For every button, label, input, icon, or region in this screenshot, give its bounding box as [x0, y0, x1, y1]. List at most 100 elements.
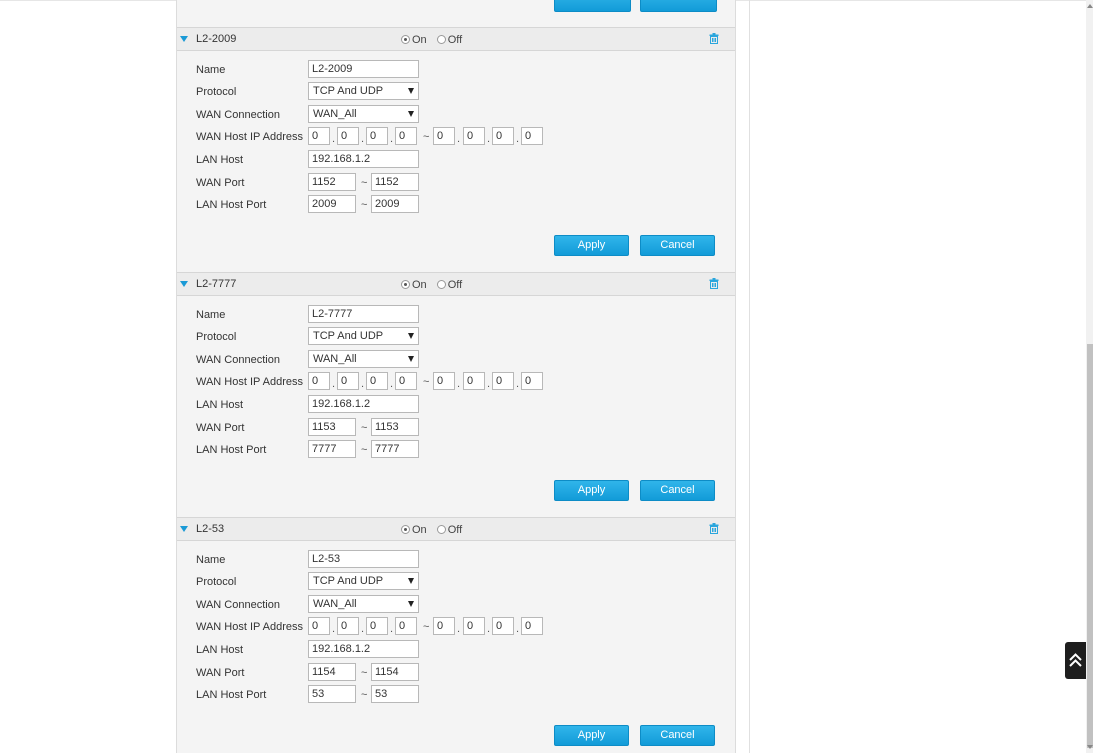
- name-label: Name: [196, 64, 226, 76]
- on-label: On: [412, 34, 427, 47]
- protocol-select[interactable]: TCP And UDP: [308, 82, 419, 100]
- protocol-value: TCP And UDP: [313, 575, 384, 587]
- apply-button[interactable]: Apply: [554, 235, 629, 256]
- off-radio[interactable]: [436, 34, 446, 44]
- wan-port-end-input[interactable]: 1153: [371, 418, 419, 436]
- apply-button[interactable]: Apply: [554, 480, 629, 501]
- off-radio[interactable]: [436, 279, 446, 289]
- lan-port-end-input[interactable]: 53: [371, 685, 419, 703]
- wan-connection-select[interactable]: WAN_All: [308, 350, 419, 368]
- ip-dot: .: [487, 378, 491, 390]
- cancel-button[interactable]: Cancel: [640, 480, 715, 501]
- previous-cancel-button[interactable]: [640, 0, 717, 12]
- lan-port-end-input[interactable]: 7777: [371, 440, 419, 458]
- wan-ip-start-octet-3[interactable]: 0: [366, 372, 388, 390]
- wan-ip-end-octet-3[interactable]: 0: [492, 372, 514, 390]
- wan-ip-start-octet-4[interactable]: 0: [395, 372, 417, 390]
- wan-ip-start-octet-1[interactable]: 0: [308, 127, 330, 145]
- lan-port-start-input[interactable]: 53: [308, 685, 356, 703]
- scroll-down-arrow-icon[interactable]: [1087, 745, 1093, 749]
- lan-host-port-label: LAN Host Port: [196, 199, 267, 211]
- ip-dot: .: [361, 378, 365, 390]
- range-tilde: ~: [361, 177, 368, 189]
- lan-host-input[interactable]: 192.168.1.2: [308, 395, 419, 413]
- previous-apply-button[interactable]: [554, 0, 631, 12]
- wan-ip-end-octet-1[interactable]: 0: [433, 617, 455, 635]
- wan-ip-end-octet-3[interactable]: 0: [492, 617, 514, 635]
- scroll-up-arrow-icon[interactable]: [1087, 4, 1093, 8]
- rule-header[interactable]: L2-7777 On Off: [177, 272, 735, 296]
- wan-ip-end-octet-1[interactable]: 0: [433, 372, 455, 390]
- wan-ip-start-octet-3[interactable]: 0: [366, 127, 388, 145]
- trash-icon[interactable]: [709, 278, 719, 289]
- rule-title: L2-7777: [196, 278, 237, 290]
- dropdown-arrow-icon: [408, 111, 414, 117]
- ip-dot: .: [457, 133, 461, 145]
- wan-ip-end-octet-4[interactable]: 0: [521, 617, 543, 635]
- wan-ip-start-octet-3[interactable]: 0: [366, 617, 388, 635]
- name-label: Name: [196, 309, 226, 321]
- protocol-select[interactable]: TCP And UDP: [308, 327, 419, 345]
- dropdown-arrow-icon: [408, 601, 414, 607]
- name-input[interactable]: L2-53: [308, 550, 419, 568]
- wan-port-end-input[interactable]: 1154: [371, 663, 419, 681]
- wan-ip-end-octet-4[interactable]: 0: [521, 372, 543, 390]
- ip-dot: .: [361, 133, 365, 145]
- name-label: Name: [196, 554, 226, 566]
- trash-icon[interactable]: [709, 33, 719, 44]
- on-radio[interactable]: [401, 279, 410, 289]
- wan-connection-label: WAN Connection: [196, 109, 280, 121]
- collapse-triangle-icon[interactable]: [180, 526, 188, 532]
- on-radio[interactable]: [401, 34, 410, 44]
- wan-ip-end-octet-3[interactable]: 0: [492, 127, 514, 145]
- off-label: Off: [447, 279, 463, 292]
- lan-host-input[interactable]: 192.168.1.2: [308, 150, 419, 168]
- lan-port-start-input[interactable]: 7777: [308, 440, 356, 458]
- name-input[interactable]: L2-7777: [308, 305, 419, 323]
- name-input[interactable]: L2-2009: [308, 60, 419, 78]
- wan-connection-select[interactable]: WAN_All: [308, 105, 419, 123]
- trash-icon[interactable]: [709, 523, 719, 534]
- wan-ip-start-octet-2[interactable]: 0: [337, 372, 359, 390]
- wan-ip-start-octet-4[interactable]: 0: [395, 617, 417, 635]
- collapse-triangle-icon[interactable]: [180, 36, 188, 42]
- wan-ip-start-octet-1[interactable]: 0: [308, 372, 330, 390]
- scrollbar-thumb[interactable]: [1087, 344, 1093, 748]
- off-radio[interactable]: [436, 524, 446, 534]
- wan-port-label: WAN Port: [196, 667, 245, 679]
- wan-connection-label: WAN Connection: [196, 599, 280, 611]
- lan-port-end-input[interactable]: 2009: [371, 195, 419, 213]
- apply-button[interactable]: Apply: [554, 725, 629, 746]
- wan-port-label: WAN Port: [196, 422, 245, 434]
- wan-ip-end-octet-1[interactable]: 0: [433, 127, 455, 145]
- on-label: On: [412, 524, 427, 537]
- protocol-select[interactable]: TCP And UDP: [308, 572, 419, 590]
- wan-port-end-input[interactable]: 1152: [371, 173, 419, 191]
- range-tilde: ~: [361, 689, 368, 701]
- on-radio[interactable]: [401, 524, 410, 534]
- ip-dot: .: [487, 623, 491, 635]
- collapse-triangle-icon[interactable]: [180, 281, 188, 287]
- cancel-button[interactable]: Cancel: [640, 235, 715, 256]
- wan-ip-start-octet-4[interactable]: 0: [395, 127, 417, 145]
- wan-ip-end-octet-4[interactable]: 0: [521, 127, 543, 145]
- wan-ip-end-octet-2[interactable]: 0: [463, 127, 485, 145]
- double-chevron-up-icon: [1069, 653, 1082, 667]
- rule-header[interactable]: L2-53 On Off: [177, 517, 735, 541]
- wan-ip-start-octet-2[interactable]: 0: [337, 127, 359, 145]
- wan-ip-end-octet-2[interactable]: 0: [463, 372, 485, 390]
- cancel-button[interactable]: Cancel: [640, 725, 715, 746]
- wan-connection-select[interactable]: WAN_All: [308, 595, 419, 613]
- wan-host-ip-label: WAN Host IP Address: [196, 621, 303, 633]
- rule-header[interactable]: L2-2009 On Off: [177, 27, 735, 51]
- wan-ip-start-octet-2[interactable]: 0: [337, 617, 359, 635]
- wan-port-start-input[interactable]: 1153: [308, 418, 356, 436]
- wan-ip-start-octet-1[interactable]: 0: [308, 617, 330, 635]
- ip-dot: .: [487, 133, 491, 145]
- lan-port-start-input[interactable]: 2009: [308, 195, 356, 213]
- lan-host-input[interactable]: 192.168.1.2: [308, 640, 419, 658]
- back-to-top-button[interactable]: [1065, 642, 1086, 679]
- wan-port-start-input[interactable]: 1154: [308, 663, 356, 681]
- wan-port-start-input[interactable]: 1152: [308, 173, 356, 191]
- wan-ip-end-octet-2[interactable]: 0: [463, 617, 485, 635]
